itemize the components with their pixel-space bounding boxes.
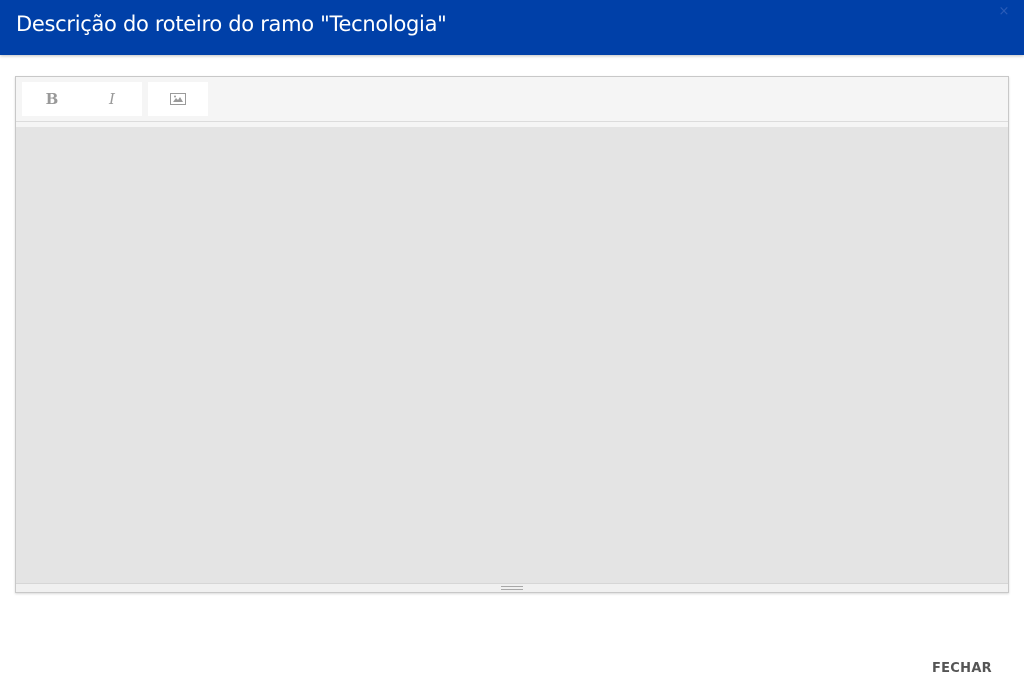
close-icon[interactable]: ×	[996, 4, 1012, 20]
dialog-title: Descrição do roteiro do ramo "Tecnologia…	[16, 12, 447, 36]
italic-button[interactable]: I	[82, 82, 142, 116]
bold-button[interactable]: B	[22, 82, 82, 116]
editor-toolbar: B I	[16, 77, 1008, 122]
grip-icon	[501, 586, 523, 590]
close-button[interactable]: FECHAR	[932, 661, 992, 676]
image-icon	[170, 93, 186, 105]
rich-text-editor: B I	[15, 76, 1009, 593]
dialog-header: Descrição do roteiro do ramo "Tecnologia…	[0, 0, 1024, 55]
insert-button-group	[148, 82, 208, 116]
format-button-group: B I	[22, 82, 142, 116]
insert-image-button[interactable]	[148, 82, 208, 116]
editor-resize-handle[interactable]	[16, 583, 1008, 592]
editor-content-area[interactable]	[16, 127, 1008, 583]
